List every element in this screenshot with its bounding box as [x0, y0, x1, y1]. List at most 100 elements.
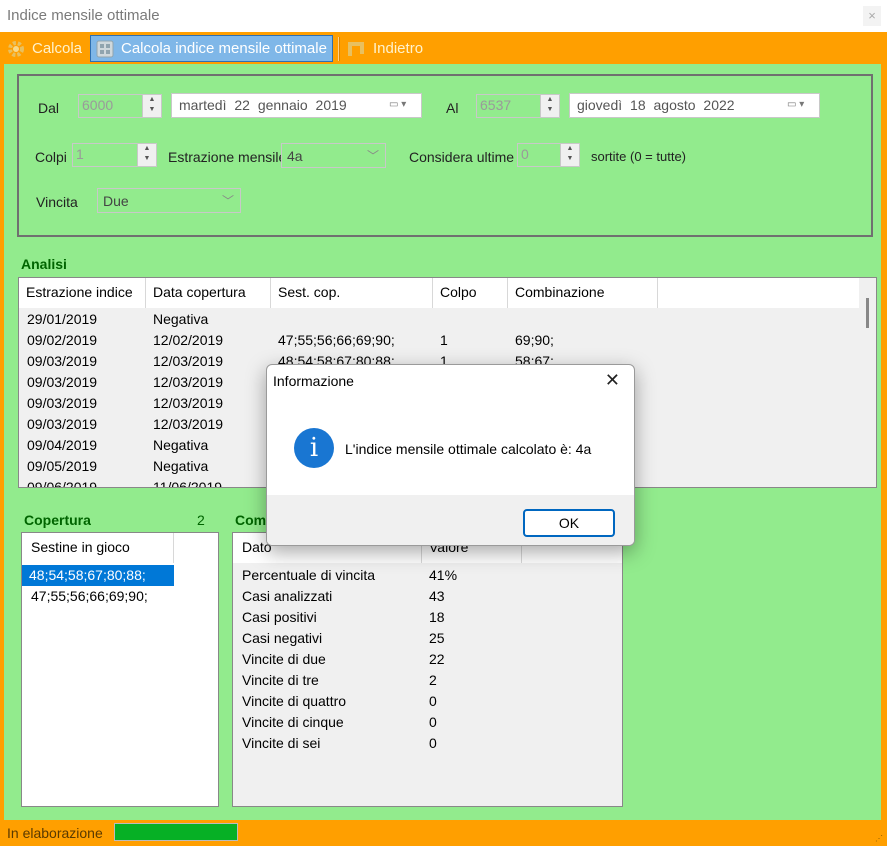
- table-cell: 18: [429, 609, 445, 625]
- spinner-arrows-icon[interactable]: ▲ ▼: [560, 144, 579, 166]
- toolbar: Calcola Calcola indice mensile ottimale …: [0, 32, 887, 64]
- window-title: Indice mensile ottimale: [7, 7, 160, 24]
- column-header[interactable]: Combinazione: [508, 278, 658, 308]
- colpi-label: Colpi: [35, 149, 67, 165]
- table-row[interactable]: Vincite di cinque 0: [233, 712, 622, 733]
- progress-bar: [114, 823, 238, 841]
- gear-icon: [5, 38, 27, 60]
- ok-button[interactable]: OK: [523, 509, 615, 537]
- table-cell: 09/05/2019: [27, 458, 98, 474]
- calendar-dropdown-icon[interactable]: ▭ ▾: [389, 99, 417, 113]
- progress-fill: [115, 824, 237, 840]
- table-cell: 47;55;56;66;69;90;: [278, 332, 395, 348]
- status-bar: In elaborazione ⋰: [0, 820, 887, 846]
- scrollbar-thumb[interactable]: [866, 298, 869, 328]
- column-header[interactable]: Sest. cop.: [271, 278, 433, 308]
- status-text: In elaborazione: [7, 825, 103, 841]
- table-row[interactable]: Percentuale di vincita 41%: [233, 565, 622, 586]
- table-row[interactable]: 09/02/2019 12/02/2019 47;55;56;66;69;90; 1 6…: [19, 330, 876, 351]
- table-cell: 22: [429, 651, 445, 667]
- info-icon: i: [294, 428, 334, 468]
- dal-value: 6000: [82, 97, 114, 113]
- indietro-button[interactable]: Indietro: [346, 35, 423, 62]
- calcola-button[interactable]: Calcola: [5, 35, 82, 62]
- table-cell: Vincite di due: [242, 651, 326, 667]
- column-header[interactable]: Data copertura: [146, 278, 271, 308]
- resize-grip-icon[interactable]: ⋰: [875, 834, 885, 844]
- table-cell: Percentuale di vincita: [242, 567, 376, 583]
- table-cell: 09/03/2019: [27, 395, 98, 411]
- spinner-arrows-icon[interactable]: ▲ ▼: [142, 95, 161, 117]
- chevron-down-icon: ﹀: [366, 149, 379, 163]
- column-header[interactable]: Estrazione indice: [19, 278, 146, 308]
- table-cell: 09/03/2019: [27, 353, 98, 369]
- calcola-indice-button[interactable]: Calcola indice mensile ottimale: [90, 35, 333, 62]
- copertura-grid[interactable]: Sestine in gioco 48;54;58;67;80;88; 47;5…: [21, 532, 219, 807]
- vertical-scrollbar[interactable]: [859, 278, 876, 487]
- spinner-arrows-icon[interactable]: ▲ ▼: [540, 95, 559, 117]
- column-header[interactable]: Sestine in gioco: [22, 533, 174, 563]
- al-spinner[interactable]: 6537 ▲ ▼: [476, 94, 560, 118]
- table-cell: 1: [440, 332, 448, 348]
- al-label: Al: [446, 100, 459, 116]
- considera-label: Considera ultime: [409, 149, 515, 165]
- estrazione-combo[interactable]: 4a ﹀: [281, 143, 386, 168]
- considera-value: 0: [521, 146, 529, 162]
- table-cell: 41%: [429, 567, 458, 583]
- table-cell: Casi analizzati: [242, 588, 333, 604]
- calcola-indice-label: Calcola indice mensile ottimale: [121, 40, 327, 57]
- considera-spinner[interactable]: 0 ▲ ▼: [517, 143, 580, 167]
- colpi-spinner[interactable]: 1 ▲ ▼: [72, 143, 157, 167]
- table-cell: Vincite di cinque: [242, 714, 344, 730]
- table-cell: Vincite di sei: [242, 735, 321, 751]
- table-row[interactable]: Vincite di due 22: [233, 649, 622, 670]
- sortite-label: sortite (0 = tutte): [591, 149, 687, 164]
- calculator-icon: [94, 38, 116, 60]
- table-row[interactable]: 29/01/2019 Negativa: [19, 309, 876, 330]
- dialog-footer: OK: [267, 495, 634, 545]
- table-row[interactable]: Vincite di tre 2: [233, 670, 622, 691]
- table-cell: 09/06/2019: [27, 479, 98, 488]
- table-cell: 43: [429, 588, 445, 604]
- dal-spinner[interactable]: 6000 ▲ ▼: [78, 94, 162, 118]
- table-cell: Vincite di quattro: [242, 693, 347, 709]
- table-cell: 29/01/2019: [27, 311, 98, 327]
- copertura-title: Copertura: [24, 512, 91, 528]
- analisi-header: Estrazione indice Data copertura Sest. c…: [19, 278, 876, 308]
- analisi-title: Analisi: [21, 256, 67, 272]
- al-value: 6537: [480, 97, 512, 113]
- table-cell: 11/06/2019: [153, 479, 223, 488]
- title-bar: Indice mensile ottimale ×: [0, 0, 887, 32]
- table-cell: Negativa: [153, 311, 209, 327]
- table-row[interactable]: Casi analizzati 43: [233, 586, 622, 607]
- stats-grid[interactable]: Dato Valore Percentuale di vincita 41% Cas…: [232, 532, 623, 807]
- calendar-dropdown-icon[interactable]: ▭ ▾: [787, 99, 815, 113]
- dal-date-picker[interactable]: martedì 22 gennaio 2019 ▭ ▾: [171, 93, 422, 118]
- list-item[interactable]: 47;55;56;66;69;90;: [22, 586, 218, 607]
- vincita-value: Due: [103, 193, 129, 209]
- table-cell: 25: [429, 630, 445, 646]
- table-cell: 12/03/2019: [153, 353, 224, 369]
- window-close-button[interactable]: ×: [863, 6, 881, 26]
- table-row[interactable]: Vincite di quattro 0: [233, 691, 622, 712]
- list-item-selected[interactable]: 48;54;58;67;80;88;: [22, 565, 174, 586]
- copertura-header: Sestine in gioco: [22, 533, 218, 563]
- table-row[interactable]: Casi positivi 18: [233, 607, 622, 628]
- table-row[interactable]: Vincite di sei 0: [233, 733, 622, 754]
- copertura-body: 48;54;58;67;80;88; 47;55;56;66;69;90;: [22, 563, 218, 806]
- table-cell: Casi positivi: [242, 609, 317, 625]
- table-cell: Negativa: [153, 437, 209, 453]
- table-row[interactable]: Casi negativi 25: [233, 628, 622, 649]
- table-cell: 0: [429, 735, 437, 751]
- spinner-arrows-icon[interactable]: ▲ ▼: [137, 144, 156, 166]
- indietro-label: Indietro: [373, 40, 424, 57]
- right-border: [881, 64, 887, 820]
- dal-label: Dal: [38, 100, 60, 116]
- stats-body: Percentuale di vincita 41% Casi analizzati…: [233, 563, 622, 806]
- dialog-close-icon[interactable]: ✕: [605, 370, 620, 391]
- al-date-picker[interactable]: giovedì 18 agosto 2022 ▭ ▾: [569, 93, 820, 118]
- vincita-combo[interactable]: Due ﹀: [97, 188, 241, 213]
- table-cell: 09/02/2019: [27, 332, 98, 348]
- column-header[interactable]: Colpo: [433, 278, 508, 308]
- table-cell: 12/02/2019: [153, 332, 224, 348]
